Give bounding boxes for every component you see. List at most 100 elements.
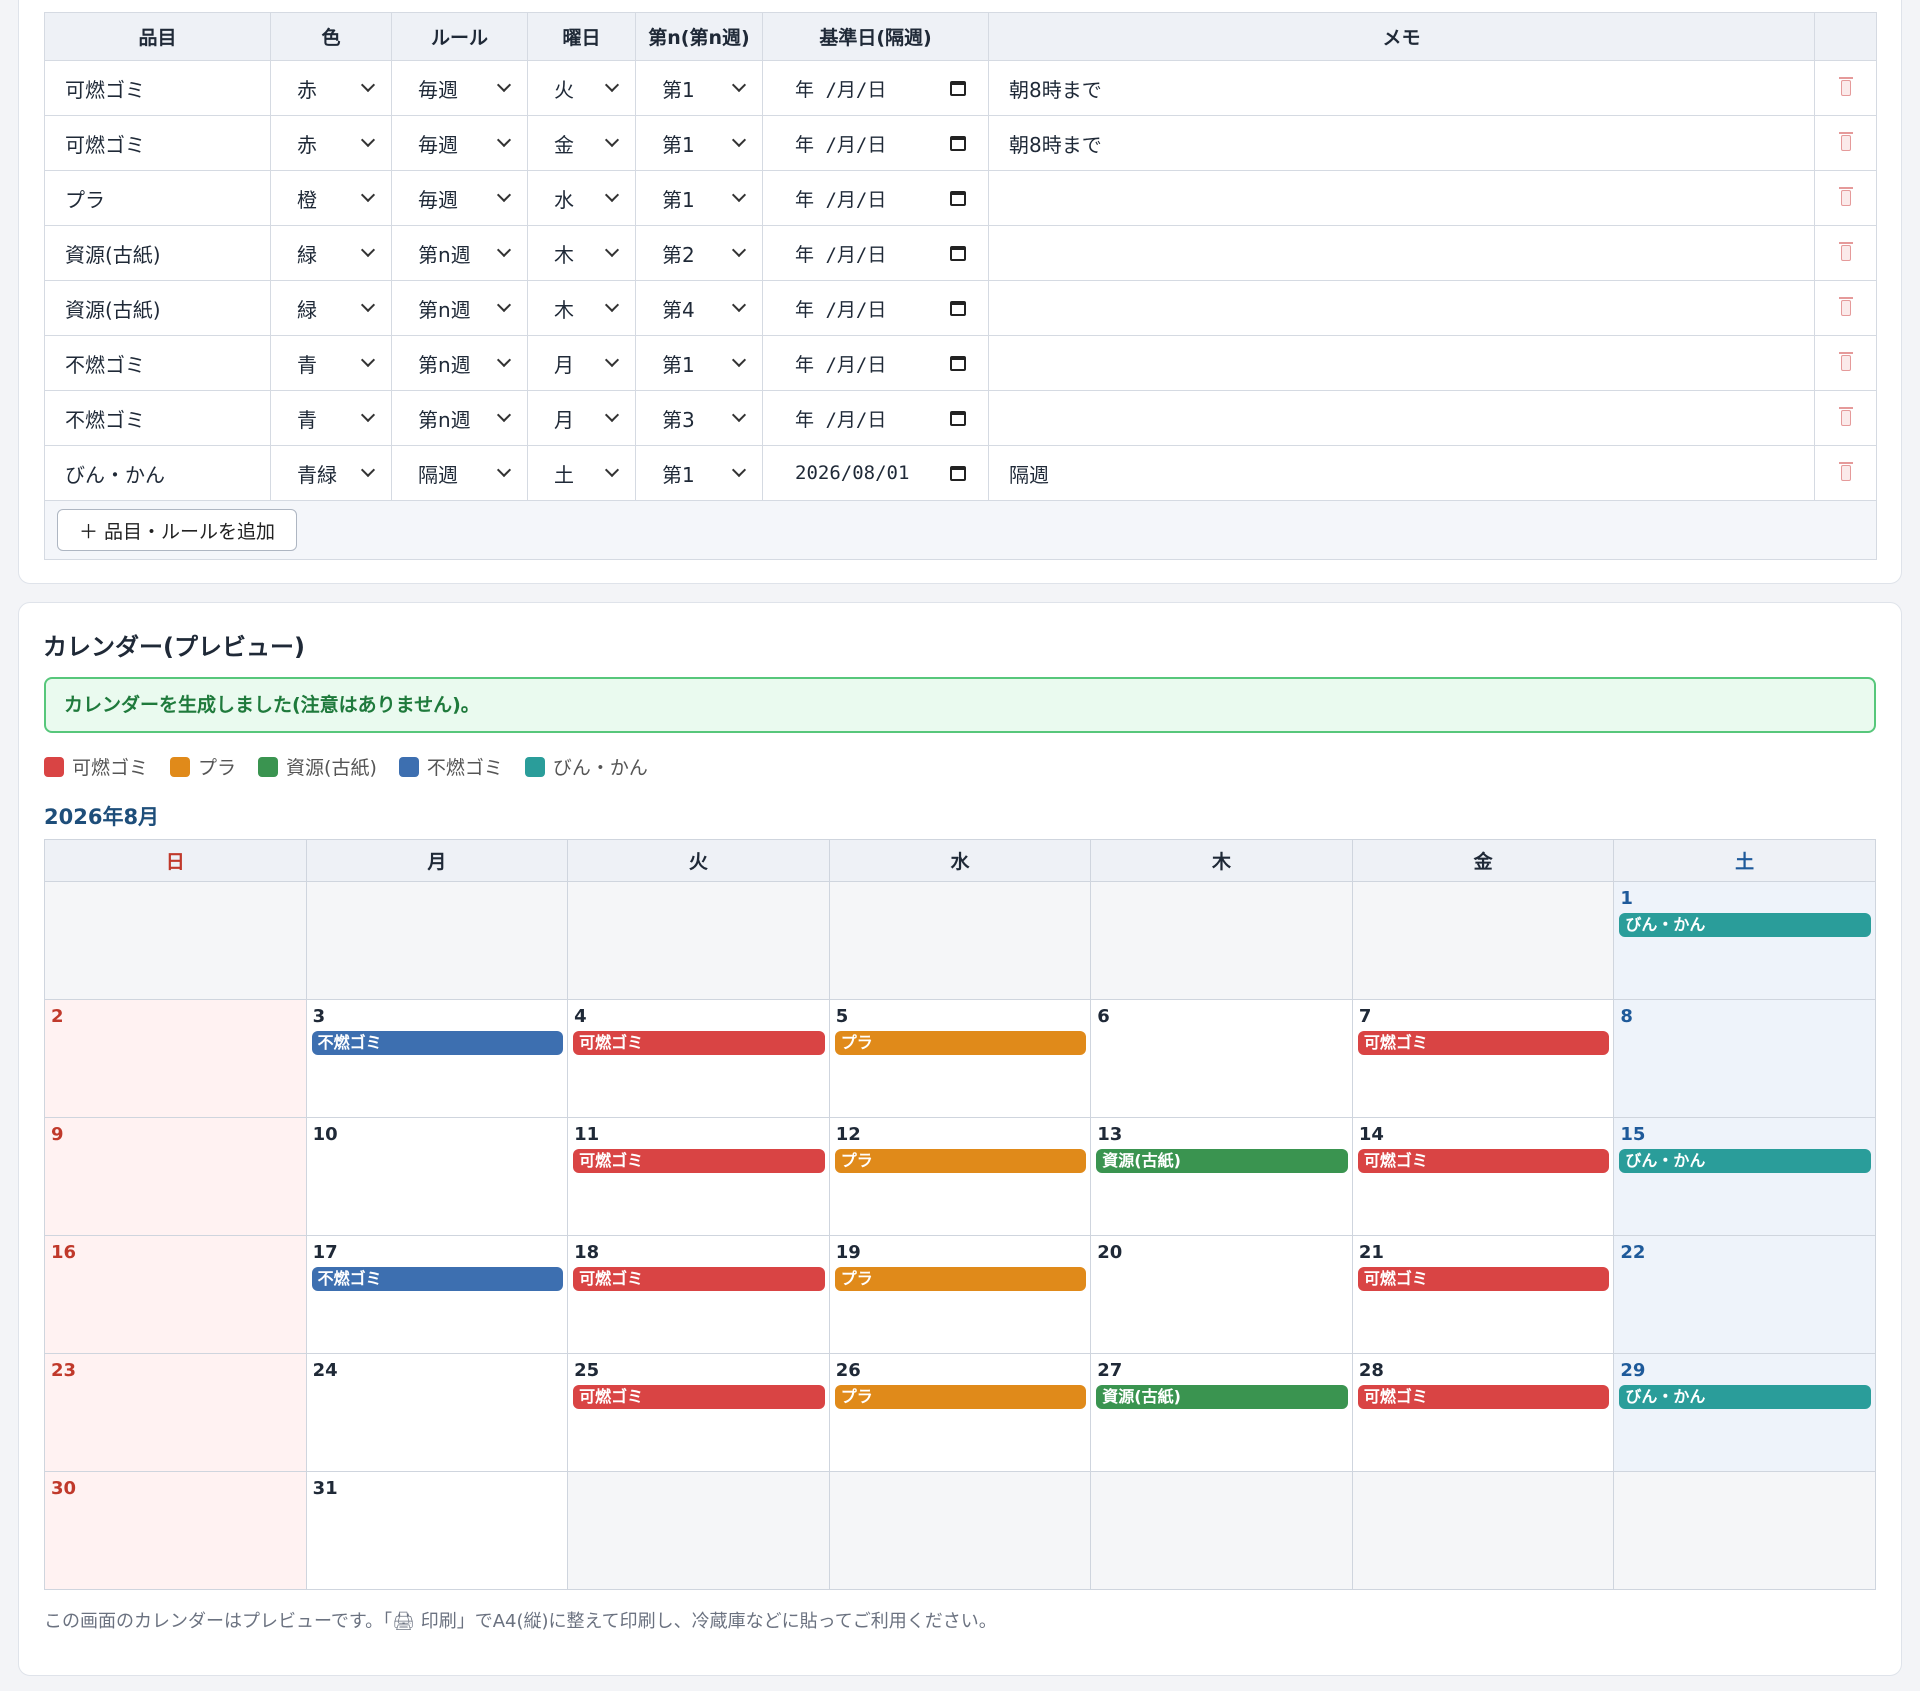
legend-label: 不燃ゴミ [426,757,503,779]
day-number: 13 [1097,1124,1123,1145]
item-name-input[interactable]: プラ [44,170,271,226]
rule-select[interactable]: 隔週 [392,446,527,500]
base-date-input[interactable]: 年 /月/日 [763,61,988,115]
base-date-input[interactable]: 2026/08/01 [763,446,988,500]
item-name-input[interactable]: 可燃ゴミ [44,115,271,171]
weekday-select-cell: 土 [527,445,636,501]
calendar-icon[interactable] [950,355,966,371]
weekday-select-cell: 木 [527,225,636,281]
calendar-icon[interactable] [950,300,966,316]
day-number: 6 [1097,1006,1110,1027]
weekday-select[interactable]: 月 [528,391,635,445]
base-date-input[interactable]: 年 /月/日 [763,171,988,225]
base-date-input[interactable]: 年 /月/日 [763,116,988,170]
chevron-down-icon [604,132,620,148]
delete-button[interactable] [1815,336,1876,390]
color-select[interactable]: 赤 [271,61,391,115]
rule-select[interactable]: 第n週 [392,226,527,280]
color-select[interactable]: 緑 [271,281,391,335]
color-select[interactable]: 青緑 [271,446,391,500]
day-number: 16 [51,1242,77,1263]
base-date-input[interactable]: 年 /月/日 [763,226,988,280]
weekday-select[interactable]: 金 [528,116,635,170]
calendar-icon[interactable] [950,245,966,261]
delete-button[interactable] [1815,391,1876,445]
nth-select[interactable]: 第1 [636,171,762,225]
base-date-input[interactable]: 年 /月/日 [763,336,988,390]
nth-select-value: 第4 [662,297,695,322]
calendar-icon[interactable] [950,190,966,206]
calendar-grid: 日月火水木金土 1 びん・かん 2 3 不燃ゴミ 4 可燃ゴミ 5 プラ 6 7 可燃ゴミ 8 9 10 11… [44,839,1876,1590]
delete-button[interactable] [1815,171,1876,225]
weekday-select-value: 土 [554,462,574,487]
rule-select[interactable]: 毎週 [392,116,527,170]
calendar-icon[interactable] [950,80,966,96]
item-name-input[interactable]: 資源(古紙) [44,225,271,281]
base-date-cell: 2026/08/01 [762,445,989,501]
nth-select-cell: 第4 [635,280,763,336]
color-select[interactable]: 赤 [271,116,391,170]
trash-icon [1838,352,1853,371]
rule-select[interactable]: 第n週 [392,391,527,445]
nth-select-cell: 第1 [635,335,763,391]
base-date-input[interactable]: 年 /月/日 [763,281,988,335]
item-name-input[interactable]: 資源(古紙) [44,280,271,336]
memo-input[interactable]: 朝8時まで [988,115,1815,171]
color-select-value: 赤 [297,77,317,102]
delete-button[interactable] [1815,61,1876,115]
collection-event: びん・かん [1619,913,1871,937]
delete-button[interactable] [1815,446,1876,500]
item-name-input[interactable]: 可燃ゴミ [44,60,271,116]
nth-select[interactable]: 第2 [636,226,762,280]
base-date-input[interactable]: 年 /月/日 [763,391,988,445]
calendar-day-cell: 5 プラ [828,999,1092,1118]
weekday-select[interactable]: 火 [528,61,635,115]
memo-input[interactable] [988,170,1815,226]
rule-select[interactable]: 第n週 [392,281,527,335]
calendar-icon[interactable] [950,135,966,151]
delete-button[interactable] [1815,281,1876,335]
weekday-select[interactable]: 月 [528,336,635,390]
color-select[interactable]: 青 [271,391,391,445]
nth-select-value: 第3 [662,407,695,432]
base-date-cell: 年 /月/日 [762,60,989,116]
chevron-down-icon [360,297,376,313]
color-select[interactable]: 橙 [271,171,391,225]
rule-select[interactable]: 毎週 [392,61,527,115]
add-rule-button[interactable]: ＋ 品目・ルールを追加 [57,509,297,551]
item-name-input[interactable]: びん・かん [44,445,271,501]
day-number: 1 [1620,888,1633,909]
delete-button[interactable] [1815,116,1876,170]
memo-input[interactable] [988,390,1815,446]
delete-button[interactable] [1815,226,1876,280]
calendar-icon[interactable] [950,410,966,426]
nth-select[interactable]: 第3 [636,391,762,445]
chevron-down-icon [496,242,512,258]
nth-select[interactable]: 第1 [636,336,762,390]
header-rule: ルール [391,12,528,61]
color-select[interactable]: 緑 [271,226,391,280]
memo-input[interactable] [988,335,1815,391]
nth-select[interactable]: 第1 [636,446,762,500]
calendar-day-cell: 16 [44,1235,307,1354]
rule-select[interactable]: 毎週 [392,171,527,225]
weekday-select[interactable]: 木 [528,281,635,335]
memo-input[interactable]: 朝8時まで [988,60,1815,116]
weekday-select[interactable]: 水 [528,171,635,225]
nth-select[interactable]: 第4 [636,281,762,335]
weekday-select[interactable]: 木 [528,226,635,280]
nth-select[interactable]: 第1 [636,116,762,170]
memo-input[interactable] [988,225,1815,281]
item-name-input[interactable]: 不燃ゴミ [44,390,271,446]
memo-input[interactable]: 隔週 [988,445,1815,501]
calendar-icon[interactable] [950,465,966,481]
nth-select[interactable]: 第1 [636,61,762,115]
weekday-select[interactable]: 土 [528,446,635,500]
memo-input[interactable] [988,280,1815,336]
color-select[interactable]: 青 [271,336,391,390]
calendar-week: 16 17 不燃ゴミ 18 可燃ゴミ 19 プラ 20 21 可燃ゴミ 22 [44,1235,1876,1354]
day-number: 14 [1358,1124,1384,1145]
item-name-input[interactable]: 不燃ゴミ [44,335,271,391]
base-date-value: 年 /月/日 [795,188,887,211]
rule-select[interactable]: 第n週 [392,336,527,390]
